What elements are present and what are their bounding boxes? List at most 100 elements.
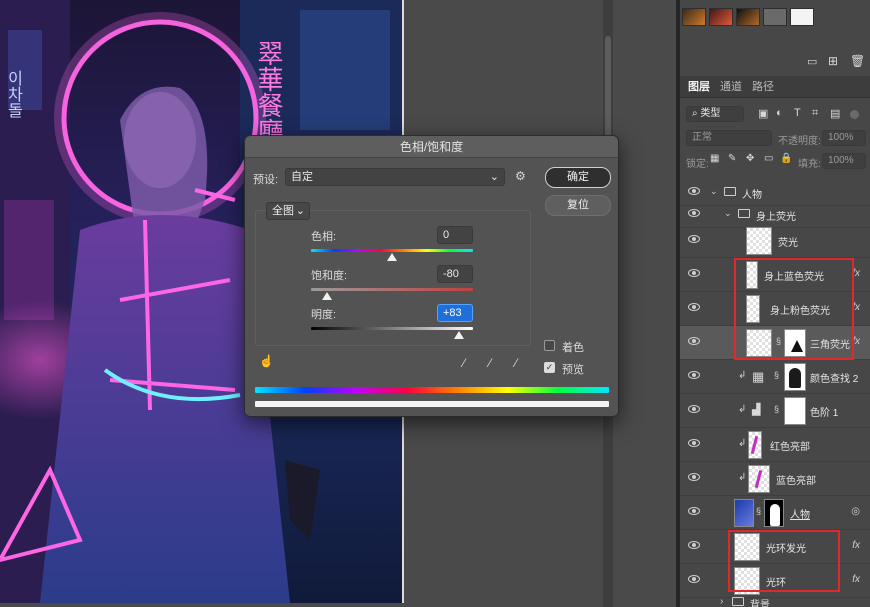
layer-row[interactable]: ↲ 蓝色亮部	[680, 462, 870, 496]
targeted-adjustment-hand-icon[interactable]: ☝	[259, 354, 274, 368]
lightness-slider-track[interactable]	[311, 327, 473, 330]
clipping-arrow-icon: ↲	[738, 370, 747, 381]
visibility-eye-icon[interactable]	[688, 269, 700, 277]
eyedropper-minus-icon[interactable]: ⁄	[515, 356, 517, 370]
type-filter-icon[interactable]: T	[794, 107, 801, 119]
restaurant-sign-text: 翠華餐廳	[253, 40, 283, 144]
visibility-eye-icon[interactable]	[688, 209, 700, 217]
reset-button[interactable]: 复位	[545, 195, 611, 216]
shape-filter-icon[interactable]: ⌗	[812, 107, 818, 120]
visibility-eye-icon[interactable]	[688, 235, 700, 243]
layer-mask-thumbnail[interactable]	[784, 363, 806, 391]
saturation-slider-track[interactable]	[311, 288, 473, 291]
colorize-checkbox[interactable]	[544, 340, 555, 351]
chevron-down-icon[interactable]: ⌄	[710, 186, 718, 197]
lock-pixels-icon[interactable]: ✎	[728, 153, 736, 164]
hue-saturation-dialog: 色相/饱和度 预设: 自定 ⌄ ⚙ 确定 复位 全图 ⌄ 色相: 0 饱和度: …	[244, 135, 619, 417]
tab-layers[interactable]: 图层	[688, 76, 710, 98]
lightness-input[interactable]: +83	[437, 304, 473, 322]
visibility-eye-icon[interactable]	[688, 371, 700, 379]
visibility-eye-icon[interactable]	[688, 337, 700, 345]
adjustment-filter-icon[interactable]: ◐	[776, 107, 783, 119]
layer-name: 红色亮部	[770, 442, 810, 453]
lock-artboard-icon[interactable]: ▭	[764, 153, 773, 164]
visibility-eye-icon[interactable]	[688, 187, 700, 195]
input-spectrum-bar	[255, 387, 609, 393]
folder-icon	[724, 187, 736, 196]
color-lookup-grid-icon: ▦	[752, 369, 765, 384]
layer-row[interactable]: ↲ ▦ § 颜色查找 2	[680, 360, 870, 394]
layer-name: 身上荧光	[756, 212, 796, 223]
hue-slider-thumb[interactable]	[387, 253, 397, 261]
layer-row[interactable]: ↲ 红色亮部	[680, 428, 870, 462]
layer-row[interactable]: 荧光	[680, 224, 870, 258]
saturation-input[interactable]: -80	[437, 265, 473, 283]
clipping-arrow-icon: ↲	[738, 404, 747, 415]
chevron-right-icon[interactable]: ›	[720, 596, 723, 607]
swatch-thumbnail[interactable]	[790, 8, 814, 26]
lock-transparency-icon[interactable]: ▦	[710, 153, 719, 164]
swatch-thumbnail[interactable]	[763, 8, 787, 26]
visibility-eye-icon[interactable]	[688, 303, 700, 311]
preview-label: 预览	[562, 364, 584, 376]
filter-kind-value: 类型	[700, 108, 721, 119]
lightness-slider-thumb[interactable]	[454, 331, 465, 339]
link-icon[interactable]: §	[774, 404, 779, 414]
new-icon[interactable]: ⊞	[828, 54, 838, 68]
tab-channels[interactable]: 通道	[720, 76, 742, 98]
filter-toggle[interactable]	[850, 110, 859, 119]
smart-object-thumbnail	[734, 499, 754, 527]
link-icon[interactable]: §	[756, 506, 761, 516]
layer-filter-row: ⌕ 类型 ▣ ◐ T ⌗ ▤	[680, 104, 870, 126]
lock-label: 锁定:	[686, 159, 709, 170]
smart-object-filter-icon[interactable]: ▤	[830, 107, 840, 120]
eyedropper-plus-icon[interactable]: ⁄	[489, 356, 491, 370]
lock-all-icon[interactable]: 🔒	[780, 153, 792, 164]
visibility-eye-icon[interactable]	[688, 439, 700, 447]
folder-icon[interactable]: ▭	[807, 55, 817, 68]
visibility-eye-icon[interactable]	[688, 405, 700, 413]
dialog-title[interactable]: 色相/饱和度	[245, 136, 618, 158]
layer-effects-icon[interactable]: fx	[852, 574, 860, 585]
swatch-thumbnail[interactable]	[709, 8, 733, 26]
range-select[interactable]: 全图 ⌄	[266, 202, 310, 220]
saturation-slider-thumb[interactable]	[322, 292, 333, 300]
tab-paths[interactable]: 路径	[752, 76, 774, 98]
layer-row[interactable]: ↲ ▟ § 色阶 1	[680, 394, 870, 428]
opacity-input[interactable]: 100%	[822, 130, 866, 146]
hue-input[interactable]: 0	[437, 226, 473, 244]
smart-filter-icon[interactable]: ◎	[851, 506, 860, 517]
preset-select[interactable]: 自定 ⌄	[285, 168, 505, 186]
lock-position-icon[interactable]: ✥	[746, 153, 754, 164]
gear-icon[interactable]: ⚙	[515, 169, 526, 183]
preview-checkbox[interactable]: ✓	[544, 362, 555, 373]
layer-row[interactable]: § 人物 ◎	[680, 496, 870, 530]
layer-row[interactable]: › 背景	[680, 596, 870, 607]
fill-input[interactable]: 100%	[822, 153, 866, 169]
visibility-eye-icon[interactable]	[688, 541, 700, 549]
trash-icon[interactable]: 🗑	[850, 54, 865, 68]
hue-slider-track[interactable]	[311, 249, 473, 252]
visibility-eye-icon[interactable]	[688, 473, 700, 481]
swatch-thumbnail[interactable]	[736, 8, 760, 26]
visibility-eye-icon[interactable]	[688, 575, 700, 583]
visibility-eye-icon[interactable]	[688, 507, 700, 515]
eyedropper-icon[interactable]: ⁄	[463, 356, 465, 370]
chevron-down-icon: ⌄	[489, 171, 499, 183]
folder-icon	[732, 597, 744, 606]
swatch-thumbnail[interactable]	[682, 8, 706, 26]
chevron-down-icon[interactable]: ⌄	[724, 208, 732, 219]
link-icon[interactable]: §	[774, 370, 779, 380]
layer-thumbnail	[748, 431, 762, 459]
layer-mask-thumbnail[interactable]	[784, 397, 806, 425]
korean-sign-text: 이차돌	[5, 70, 24, 118]
layer-mask-thumbnail[interactable]	[764, 499, 784, 527]
layer-effects-icon[interactable]: fx	[852, 540, 860, 551]
search-icon: ⌕	[692, 108, 698, 119]
filter-kind-select[interactable]: ⌕ 类型	[686, 106, 744, 122]
layer-name: 蓝色亮部	[776, 476, 816, 487]
ok-button[interactable]: 确定	[545, 167, 611, 188]
image-filter-icon[interactable]: ▣	[758, 107, 768, 120]
blend-mode-select[interactable]: 正常	[686, 130, 772, 146]
clipping-arrow-icon: ↲	[738, 472, 747, 483]
